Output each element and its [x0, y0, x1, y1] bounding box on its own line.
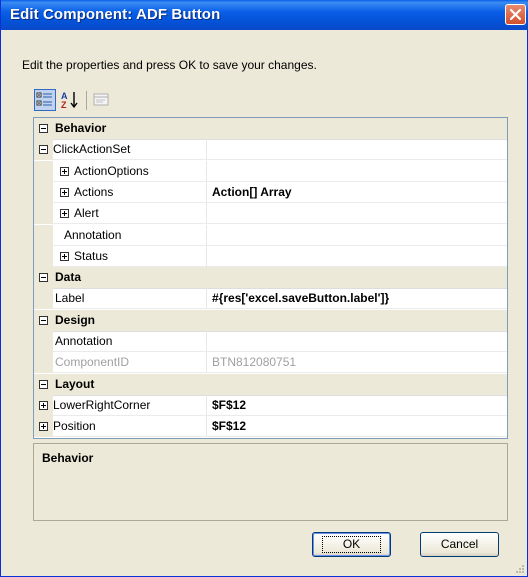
property-row[interactable]: Alert — [34, 203, 507, 224]
row-gutter — [34, 331, 53, 352]
expand-icon[interactable] — [39, 401, 48, 410]
category-label: Design — [55, 313, 96, 327]
property-value[interactable]: Action[] Array — [212, 185, 292, 199]
property-row[interactable]: LowerRightCorner $F$12 — [34, 395, 507, 416]
property-name: Label — [55, 291, 85, 305]
svg-text:Z: Z — [61, 100, 67, 110]
category-label: Data — [55, 270, 82, 284]
collapse-icon[interactable] — [39, 124, 48, 133]
expand-icon[interactable] — [39, 422, 48, 431]
collapse-icon[interactable] — [39, 380, 48, 389]
collapse-icon[interactable] — [39, 145, 48, 154]
value-divider — [206, 161, 207, 182]
property-name: ActionOptions — [74, 164, 149, 178]
property-name: LowerRightCorner — [53, 398, 151, 412]
property-value[interactable]: $F$12 — [212, 398, 246, 412]
dialog-title: Edit Component: ADF Button — [10, 6, 221, 23]
alphabetical-button[interactable]: A Z — [59, 89, 81, 111]
property-name: Annotation — [64, 228, 122, 242]
property-pages-button[interactable] — [91, 89, 113, 111]
row-divider — [53, 223, 507, 224]
instructions-text: Edit the properties and press OK to save… — [22, 58, 317, 72]
value-divider — [206, 139, 207, 160]
value-divider — [206, 395, 207, 416]
property-toolbar: A Z — [34, 89, 154, 113]
ok-button[interactable]: OK — [312, 532, 391, 557]
row-gutter — [34, 182, 53, 203]
category-row[interactable]: Data — [34, 267, 507, 289]
value-divider — [206, 352, 207, 373]
alphabetical-icon: A Z — [61, 91, 78, 110]
title-bar[interactable]: Edit Component: ADF Button — [1, 0, 528, 30]
row-gutter — [34, 352, 53, 373]
value-divider — [206, 203, 207, 224]
row-gutter — [34, 161, 53, 182]
row-divider — [53, 159, 507, 160]
property-grid[interactable]: Behavior ClickActionSet ActionOptions Actio… — [33, 117, 508, 439]
category-row[interactable]: Design — [34, 310, 507, 332]
property-row[interactable]: Label #{res['excel.saveButton.label']} — [34, 288, 507, 309]
value-divider — [206, 288, 207, 309]
description-pane: Behavior — [33, 443, 508, 521]
property-row[interactable]: Annotation — [34, 331, 507, 352]
collapse-icon[interactable] — [39, 316, 48, 325]
property-row[interactable]: Status — [34, 246, 507, 267]
expand-icon[interactable] — [60, 252, 69, 261]
categorized-button[interactable] — [34, 89, 56, 111]
category-row[interactable]: Behavior — [34, 118, 507, 140]
edit-component-dialog: Edit Component: ADF Button Edit the prop… — [0, 0, 528, 577]
category-row[interactable]: Layout — [34, 374, 507, 396]
value-divider — [206, 416, 207, 437]
property-value[interactable]: BTN812080751 — [212, 355, 296, 369]
category-label: Layout — [55, 377, 95, 391]
expand-icon[interactable] — [60, 167, 69, 176]
close-icon — [509, 8, 522, 21]
value-divider — [206, 331, 207, 352]
property-name: Annotation — [55, 334, 113, 348]
property-row[interactable]: Actions Action[] Array — [34, 182, 507, 203]
category-label: Behavior — [55, 121, 107, 135]
row-divider — [53, 436, 507, 437]
value-divider — [206, 225, 207, 246]
ok-label: OK — [321, 536, 382, 553]
property-row[interactable]: ClickActionSet — [34, 139, 507, 160]
property-pages-icon — [93, 93, 109, 106]
property-name: Alert — [74, 206, 99, 220]
close-button[interactable] — [505, 4, 526, 25]
row-gutter — [34, 288, 53, 309]
resize-grip-icon[interactable] — [515, 564, 525, 574]
row-gutter — [34, 203, 53, 224]
toolbar-separator — [86, 91, 87, 110]
property-row[interactable]: ComponentID BTN812080751 — [34, 352, 507, 373]
row-gutter — [34, 246, 53, 267]
cancel-button[interactable]: Cancel — [420, 532, 499, 557]
collapse-icon[interactable] — [39, 273, 48, 282]
categorized-icon — [36, 92, 52, 106]
property-name: ComponentID — [55, 355, 130, 369]
row-gutter — [34, 225, 53, 246]
expand-icon[interactable] — [60, 209, 69, 218]
cancel-label: Cancel — [440, 537, 479, 551]
row-divider — [53, 308, 507, 309]
property-name: Position — [53, 419, 96, 433]
property-value[interactable]: #{res['excel.saveButton.label']} — [212, 291, 389, 305]
property-value[interactable]: $F$12 — [212, 419, 246, 433]
description-title: Behavior — [42, 451, 94, 465]
expand-icon[interactable] — [60, 188, 69, 197]
property-row[interactable]: ActionOptions — [34, 161, 507, 182]
property-name: Status — [74, 249, 109, 263]
property-row[interactable]: Annotation — [34, 225, 507, 246]
value-divider — [206, 182, 207, 203]
property-name: ClickActionSet — [53, 142, 131, 156]
property-row[interactable]: Position $F$12 — [34, 416, 507, 437]
value-divider — [206, 246, 207, 267]
row-divider — [53, 372, 507, 373]
property-name: Actions — [74, 185, 114, 199]
